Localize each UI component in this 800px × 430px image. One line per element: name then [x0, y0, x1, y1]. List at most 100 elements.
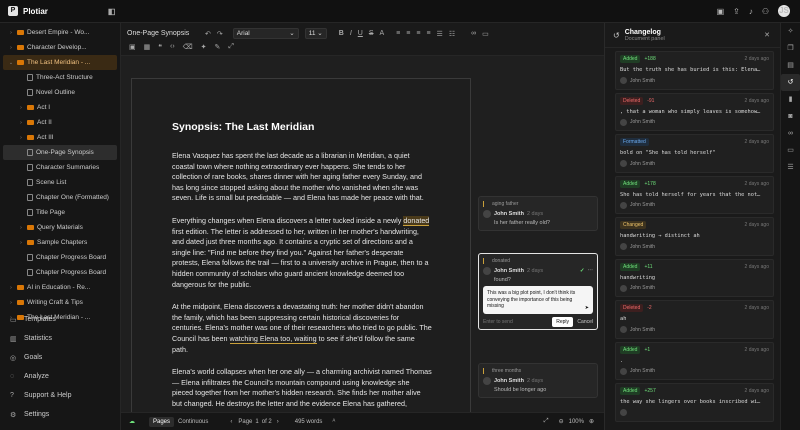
comment-card[interactable]: three months John Smith 2 days Should be … [478, 363, 598, 398]
changelog-entry[interactable]: Added +11 2 days ago handwriting John Smith [615, 258, 774, 297]
tree-item[interactable]: › Character Develop... [0, 40, 120, 55]
tree-item[interactable]: › Act II [0, 115, 120, 130]
table-icon[interactable]: ▦ [144, 43, 151, 51]
document-name[interactable]: One-Page Synopsis [127, 30, 199, 37]
bottom-nav-item[interactable]: ▥ Statistics [0, 329, 121, 348]
more-icon[interactable]: ⋯ [588, 268, 594, 274]
undo-icon[interactable]: ↶ [205, 30, 211, 38]
bell-icon[interactable]: ♪ [749, 7, 753, 16]
history-icon[interactable]: ↺ [781, 74, 800, 91]
avatar[interactable]: JS [778, 5, 790, 17]
tree-item[interactable]: › Sample Chapters [0, 235, 120, 250]
link-icon[interactable]: ∞ [471, 30, 476, 37]
tree-item[interactable]: Title Page [0, 205, 120, 220]
page-number[interactable]: 1 [255, 419, 258, 425]
tree-item[interactable]: › Desert Empire - Wo... [0, 25, 120, 40]
pages-view-tab[interactable]: Pages [149, 416, 175, 427]
strikethrough-icon[interactable]: S [369, 30, 374, 37]
reply-button[interactable]: Reply [552, 317, 574, 327]
changelog-entry[interactable]: Added +1 2 days ago. John Smith [615, 341, 774, 380]
ai-icon[interactable]: ✧ [781, 23, 800, 40]
changelog-entry[interactable]: Formatted 2 days ago bold on "She has told… [615, 134, 774, 173]
zoom-in-icon[interactable]: ⊕ [589, 418, 594, 425]
justify-icon[interactable]: ≡ [426, 30, 430, 37]
chevron-icon[interactable]: › [8, 285, 14, 291]
chevron-icon[interactable]: › [8, 300, 14, 306]
continuous-view-tab[interactable]: Continuous [174, 417, 212, 427]
changelog-entry[interactable]: Added +178 2 days ago She has told herself … [615, 175, 774, 214]
chevron-icon[interactable]: › [18, 240, 24, 246]
collapse-sidebar-icon[interactable]: ◧ [108, 7, 116, 16]
bold-icon[interactable]: B [339, 30, 344, 37]
users-icon[interactable]: ⚇ [762, 7, 769, 16]
commented-text[interactable]: watching Elena too, waiting [229, 333, 317, 344]
tree-item[interactable]: Chapter Progress Board [0, 265, 120, 280]
align-right-icon[interactable]: ≡ [416, 30, 420, 37]
cancel-button[interactable]: Cancel [577, 319, 593, 325]
tree-item[interactable]: Chapter One (Formatted) [0, 190, 120, 205]
chevron-icon[interactable]: › [18, 225, 24, 231]
tree-item[interactable]: Scene List [0, 175, 120, 190]
tree-item[interactable]: › Act III [0, 130, 120, 145]
changelog-entry[interactable]: Deleted -91 2 days ago , that a woman who s… [615, 92, 774, 131]
bullet-list-icon[interactable]: ☰ [437, 30, 443, 38]
clear-format-icon[interactable]: ⌫ [183, 43, 193, 51]
spellcheck-icon[interactable]: ᴬ [332, 419, 335, 425]
changelog-entry[interactable]: Added +257 2 days ago the way she lingers o… [615, 383, 774, 422]
image-icon[interactable]: ▣ [129, 43, 136, 51]
close-icon[interactable]: ✕ [764, 31, 770, 39]
expand-icon[interactable]: ⤢ [228, 43, 234, 51]
comments-icon[interactable]: ▭ [781, 142, 800, 159]
italic-icon[interactable]: I [350, 30, 352, 37]
commented-text[interactable]: donated [403, 215, 430, 226]
tree-item[interactable]: › Act I [0, 100, 120, 115]
next-page-icon[interactable]: › [277, 419, 279, 425]
underline-icon[interactable]: U [358, 30, 363, 37]
lightbulb-icon[interactable]: ✦ [201, 43, 207, 51]
chevron-icon[interactable]: › [18, 135, 24, 141]
link-icon[interactable]: ∞ [781, 125, 800, 142]
changelog-entry[interactable]: Added +188 2 days ago But the truth she has… [615, 51, 774, 90]
send-icon[interactable]: ➤ [585, 305, 589, 312]
copy-icon[interactable]: ❐ [781, 40, 800, 57]
layout-icon[interactable]: ▣ [717, 7, 725, 16]
share-icon[interactable]: ⇪ [733, 7, 740, 16]
tree-item[interactable]: › Query Materials [0, 220, 120, 235]
bottom-nav-item[interactable]: ? Support & Help [0, 386, 121, 405]
zoom-out-icon[interactable]: ⊖ [559, 418, 564, 425]
notes-icon[interactable]: ▤ [781, 57, 800, 74]
tree-item[interactable]: Character Summaries [0, 160, 120, 175]
prev-page-icon[interactable]: ‹ [230, 419, 232, 425]
redo-icon[interactable]: ↷ [217, 30, 223, 38]
changelog-entry[interactable]: Deleted -2 2 days ago ah John Smith [615, 300, 774, 339]
changelog-entry[interactable]: Changed 2 days ago handwriting → distinct … [615, 217, 774, 256]
tree-item[interactable]: One-Page Synopsis [3, 145, 117, 160]
tree-item[interactable]: › Writing Craft & Tips [0, 295, 120, 310]
code-icon[interactable]: ‹› [170, 43, 175, 51]
reply-input[interactable]: This was a big plot point, I don't think… [483, 286, 593, 314]
align-left-icon[interactable]: ≡ [396, 30, 400, 37]
tree-item[interactable]: Chapter Progress Board [0, 250, 120, 265]
quote-icon[interactable]: ❝ [158, 43, 162, 51]
bottom-nav-item[interactable]: ⚙ Settings [0, 405, 121, 424]
comment-icon[interactable]: ▭ [482, 30, 489, 38]
document-page[interactable]: Synopsis: The Last Meridian Elena Vasque… [131, 78, 471, 412]
fit-icon[interactable]: ⤢ [544, 418, 549, 425]
comment-card[interactable]: aging father John Smith 2 days Is her fat… [478, 196, 598, 231]
sync-icon[interactable]: ☁ [129, 418, 135, 425]
chevron-icon[interactable]: ⌄ [8, 60, 14, 66]
chevron-icon[interactable]: › [8, 30, 14, 36]
bookmark-icon[interactable]: ▮ [781, 91, 800, 108]
highlight-icon[interactable]: ✎ [214, 43, 220, 51]
tree-item[interactable]: Novel Outline [0, 85, 120, 100]
bottom-nav-item[interactable]: ▭ Templates [0, 310, 121, 329]
bottom-nav-item[interactable]: ◌ Analyze [0, 367, 121, 386]
resolve-check-icon[interactable]: ✓ [580, 268, 585, 274]
tree-item[interactable]: Three-Act Structure [0, 70, 120, 85]
bottom-nav-item[interactable]: ◎ Goals [0, 348, 121, 367]
chat-icon[interactable]: ☰ [781, 159, 800, 176]
chevron-icon[interactable]: › [8, 45, 14, 51]
comment-card-active[interactable]: donated John Smith 2 days ✓ ⋯ found? This w… [478, 253, 598, 330]
text-color-icon[interactable]: A [380, 30, 385, 37]
font-size-select[interactable]: 11 ⌄ [304, 28, 327, 39]
